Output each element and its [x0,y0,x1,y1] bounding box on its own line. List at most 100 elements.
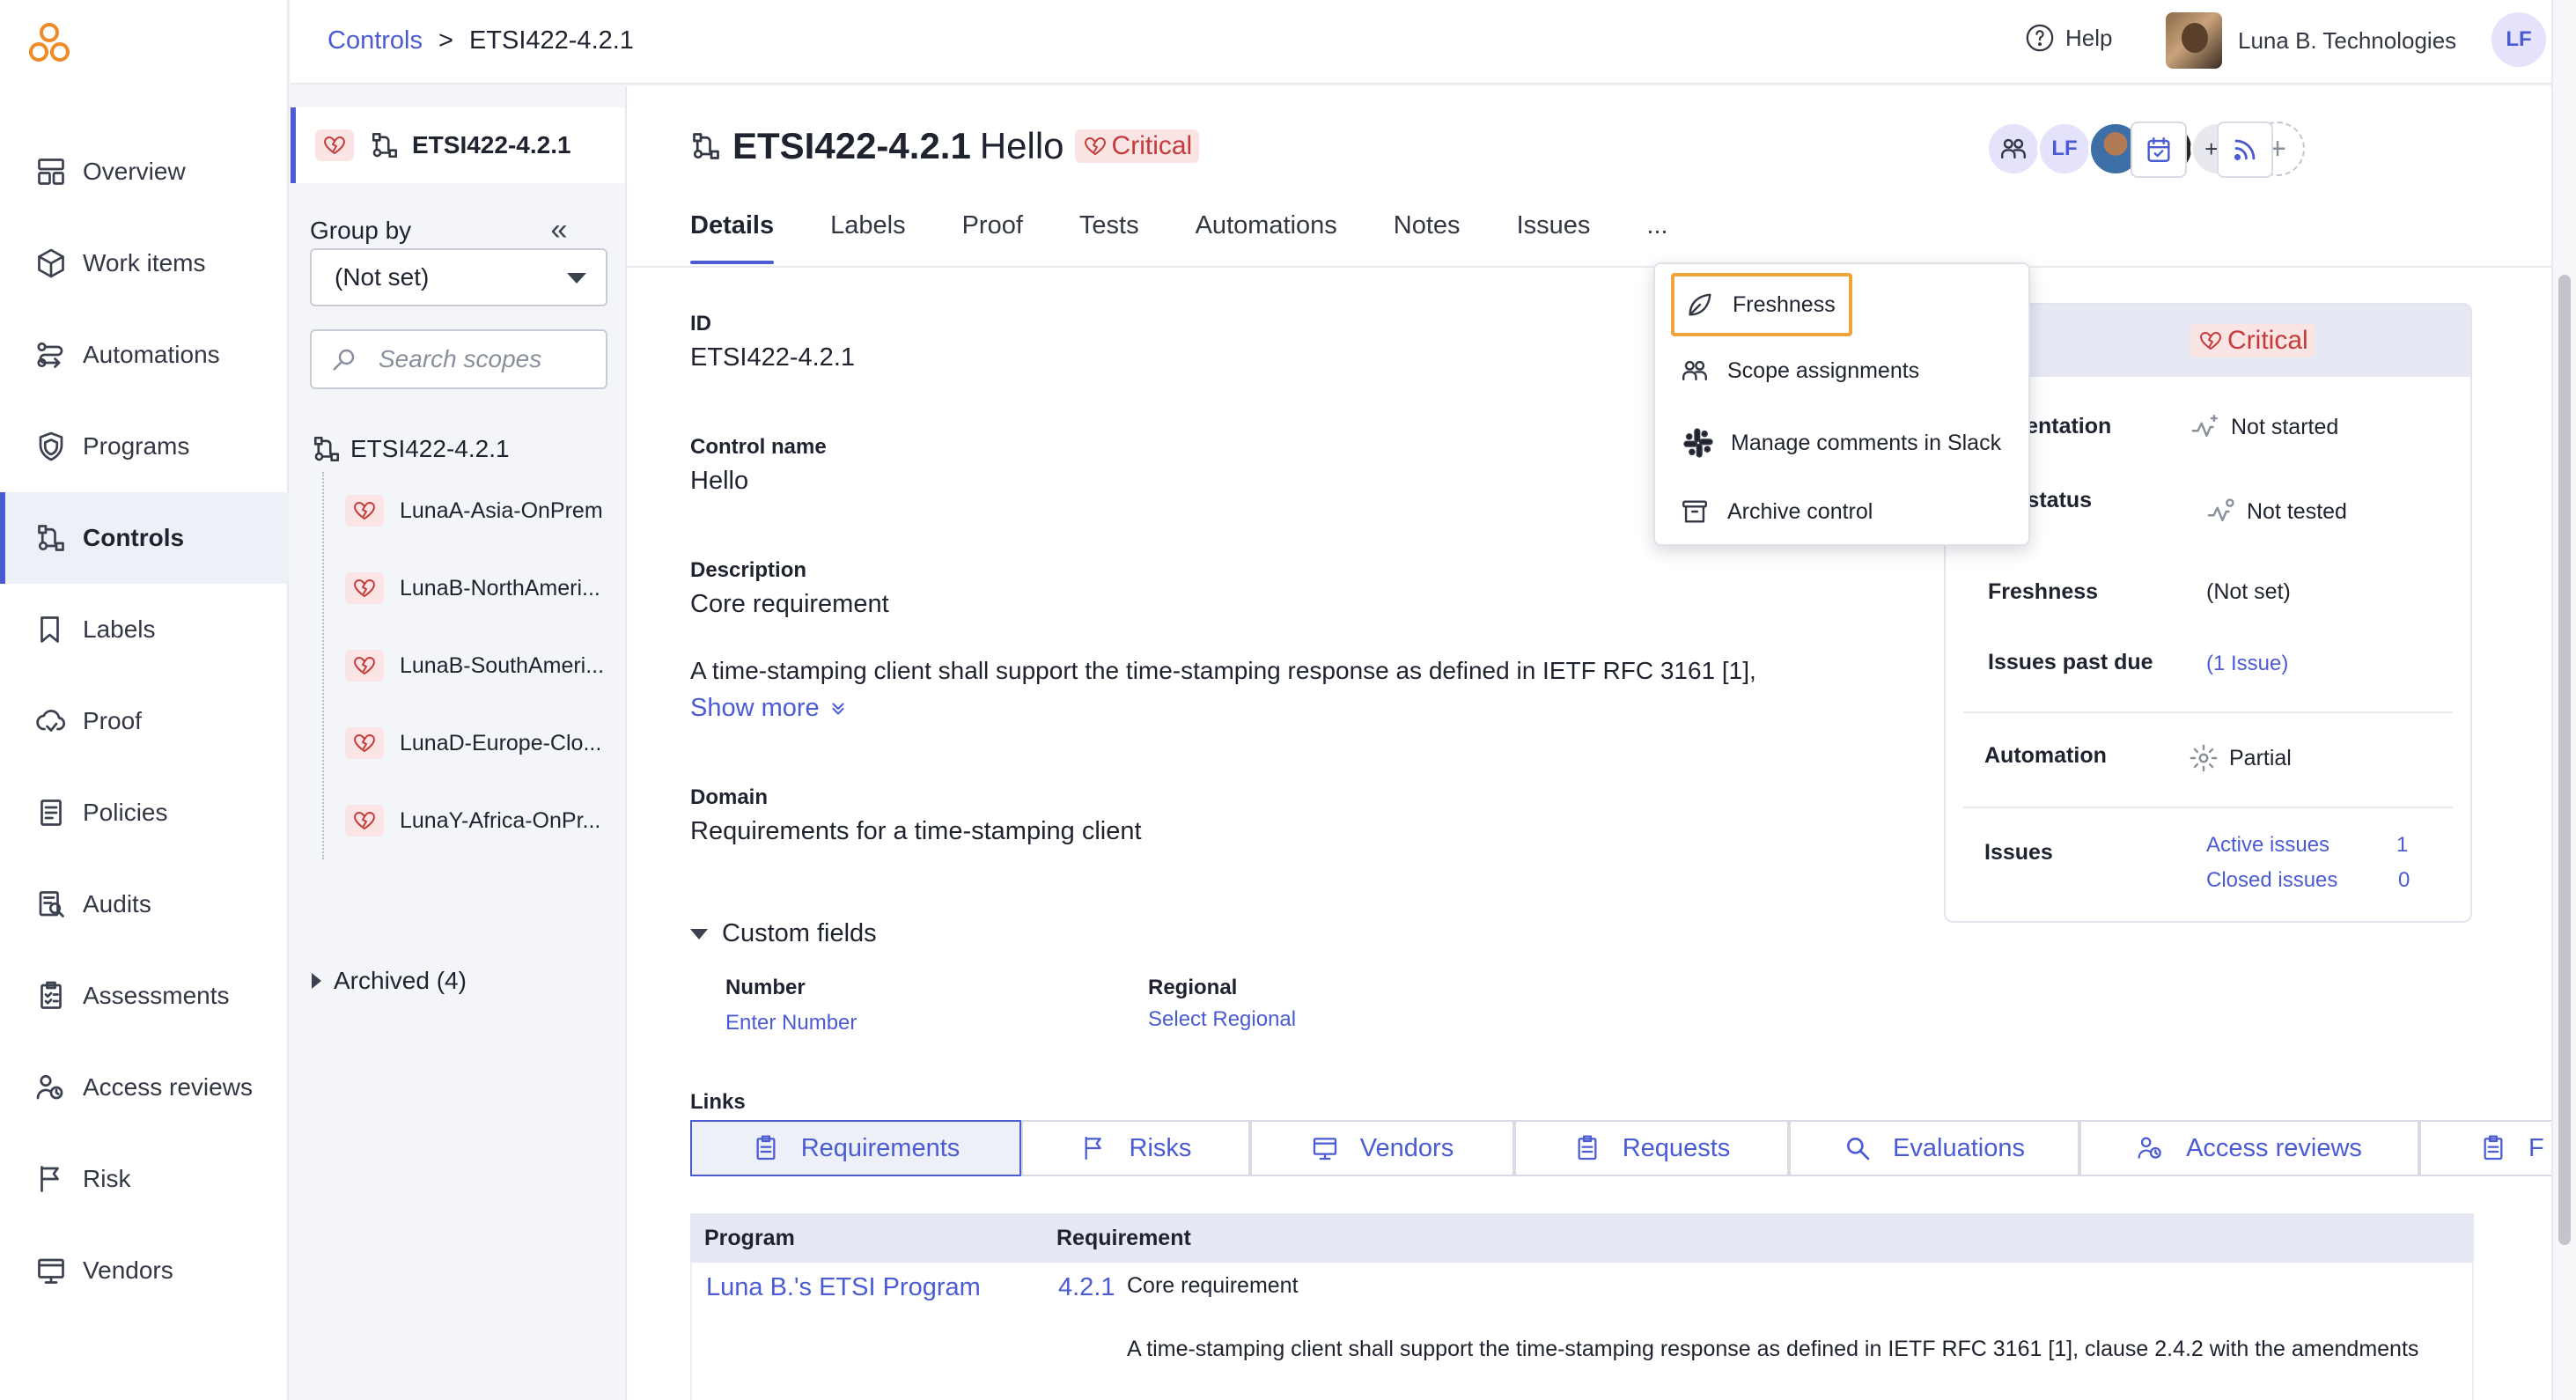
help-button[interactable]: Help [2025,23,2112,53]
tab-more[interactable]: ... [1646,211,1667,264]
menu-item-scope-assignments[interactable]: Scope assignments [1680,356,1919,386]
top-bar: Controls > ETSI422-4.2.1 Help Luna B. Te… [291,0,2551,85]
link-tab-evaluations[interactable]: Evaluations [1789,1120,2079,1176]
app-window: Overview Work items Automations Programs… [0,0,2576,1400]
controls-icon [313,436,340,462]
link-tab-risks[interactable]: Risks [1021,1120,1250,1176]
nav-item-label: Vendors [83,1256,173,1284]
nav-item-proof[interactable]: Proof [0,675,289,767]
link-tab-label: Risks [1129,1133,1192,1162]
page-scrollbar[interactable] [2551,0,2576,1400]
nav-item-policies[interactable]: Policies [0,767,289,858]
nav-item-controls[interactable]: Controls [0,492,289,584]
tree-item[interactable]: LunaD-Europe-Clo... [345,704,620,782]
automation-label: Automation [1984,743,2107,768]
critical-badge-label: Critical [1111,131,1193,160]
active-issues-count[interactable]: 1 [2396,833,2408,858]
nav-item-label: Policies [83,799,168,826]
control-name-title: Hello [979,125,1064,166]
nav-item-risk[interactable]: Risk [0,1133,289,1225]
menu-item-label: Freshness [1733,291,1836,317]
tab-tests[interactable]: Tests [1079,211,1139,264]
nav-item-label: Controls [83,524,185,551]
pulse-sparkle-icon [2191,415,2218,438]
health-critical-label: Critical [2227,326,2308,355]
clipboard-icon [1578,1135,1597,1161]
regional-field-select[interactable]: Select Regional [1148,1007,1296,1032]
tree-root-item[interactable]: ETSI422-4.2.1 [312,431,620,467]
flag-icon [1085,1136,1101,1161]
app-logo[interactable] [26,21,72,67]
tree-item[interactable]: LunaB-SouthAmeri... [345,627,620,704]
tab-details[interactable]: Details [690,211,775,264]
show-more-link[interactable]: Show more [690,694,848,723]
menu-item-freshness[interactable]: Freshness [1671,273,1852,336]
closed-issues-link[interactable]: Closed issues [2206,868,2337,893]
nav-item-work-items[interactable]: Work items [0,217,289,309]
controls-icon [693,133,719,159]
closed-issues-count[interactable]: 0 [2398,868,2410,893]
search-icon [1847,1138,1870,1161]
link-tab-requirements[interactable]: Requirements [690,1120,1021,1176]
description-label: Description [690,558,807,582]
owner-avatar-lf[interactable]: LF [2037,122,2092,176]
description-summary: Core requirement [690,590,889,618]
nav-item-labels[interactable]: Labels [0,584,289,675]
tab-notes[interactable]: Notes [1394,211,1461,264]
tab-labels[interactable]: Labels [830,211,905,264]
menu-item-label: Archive control [1727,498,1873,524]
breadcrumb-controls-link[interactable]: Controls [328,26,423,55]
link-tab-vendors[interactable]: Vendors [1250,1120,1514,1176]
link-tab-label: Access reviews [2186,1133,2362,1162]
caret-right-icon [312,973,321,989]
owner-group-avatar[interactable] [1986,122,2041,176]
nav-item-vendors[interactable]: Vendors [0,1225,289,1316]
controls-icon [372,132,398,158]
critical-badge: Critical [1074,129,1200,163]
program-link[interactable]: Luna B.'s ETSI Program [706,1273,981,1302]
link-tab-access-reviews[interactable]: Access reviews [2079,1120,2419,1176]
testing-status: Not tested [2206,497,2347,527]
subscribe-button[interactable] [2217,122,2273,178]
left-nav: Overview Work items Automations Programs… [0,0,289,1400]
tree-item[interactable]: LunaY-Africa-OnPr... [345,782,620,859]
tab-automations[interactable]: Automations [1196,211,1337,264]
link-tab-more[interactable]: F [2419,1120,2551,1176]
custom-fields-toggle[interactable]: Custom fields [690,919,877,948]
broken-heart-icon [2200,332,2221,350]
tree-item[interactable]: LunaB-NorthAmeri... [345,549,620,627]
scope-search[interactable] [310,329,607,389]
user-avatar[interactable]: LF [2491,12,2546,67]
menu-item-slack-comments[interactable]: Manage comments in Slack [1682,426,2001,460]
archived-toggle[interactable]: Archived (4) [312,967,467,995]
scope-tree: ETSI422-4.2.1 LunaA-Asia-OnPrem LunaB-No… [312,431,620,859]
nav-item-overview[interactable]: Overview [0,126,289,217]
menu-item-archive-control[interactable]: Archive control [1680,497,1873,527]
description-body: A time-stamping client shall support the… [690,657,1756,684]
tab-proof[interactable]: Proof [962,211,1023,264]
scope-search-input[interactable] [379,345,599,373]
scrollbar-thumb[interactable] [2558,275,2571,1245]
nav-item-assessments[interactable]: Assessments [0,950,289,1042]
nav-item-programs[interactable]: Programs [0,401,289,492]
link-tab-requests[interactable]: Requests [1514,1120,1789,1176]
current-scope[interactable]: ETSI422-4.2.1 [291,107,625,183]
nav-item-label: Audits [83,890,151,917]
requirement-number-link[interactable]: 4.2.1 [1058,1273,1115,1302]
number-field-label: Number [725,976,806,999]
tree-item[interactable]: LunaA-Asia-OnPrem [345,472,620,549]
tab-issues[interactable]: Issues [1517,211,1591,264]
archive-icon [1682,500,1707,523]
nav-item-automations[interactable]: Automations [0,309,289,401]
nav-item-audits[interactable]: Audits [0,858,289,950]
issues-past-due-link[interactable]: (1 Issue) [2206,652,2288,676]
collapse-panel-button[interactable]: « [546,215,572,245]
nav-item-access-reviews[interactable]: Access reviews [0,1042,289,1133]
clipboard-icon [2484,1135,2503,1161]
number-field-input[interactable]: Enter Number [725,1011,857,1035]
org-switcher[interactable]: Luna B. Technologies [2166,12,2456,69]
group-by-select[interactable]: (Not set) [310,248,607,306]
automation-status: Partial [2189,743,2292,773]
active-issues-link[interactable]: Active issues [2206,833,2329,858]
schedule-button[interactable] [2131,122,2187,178]
